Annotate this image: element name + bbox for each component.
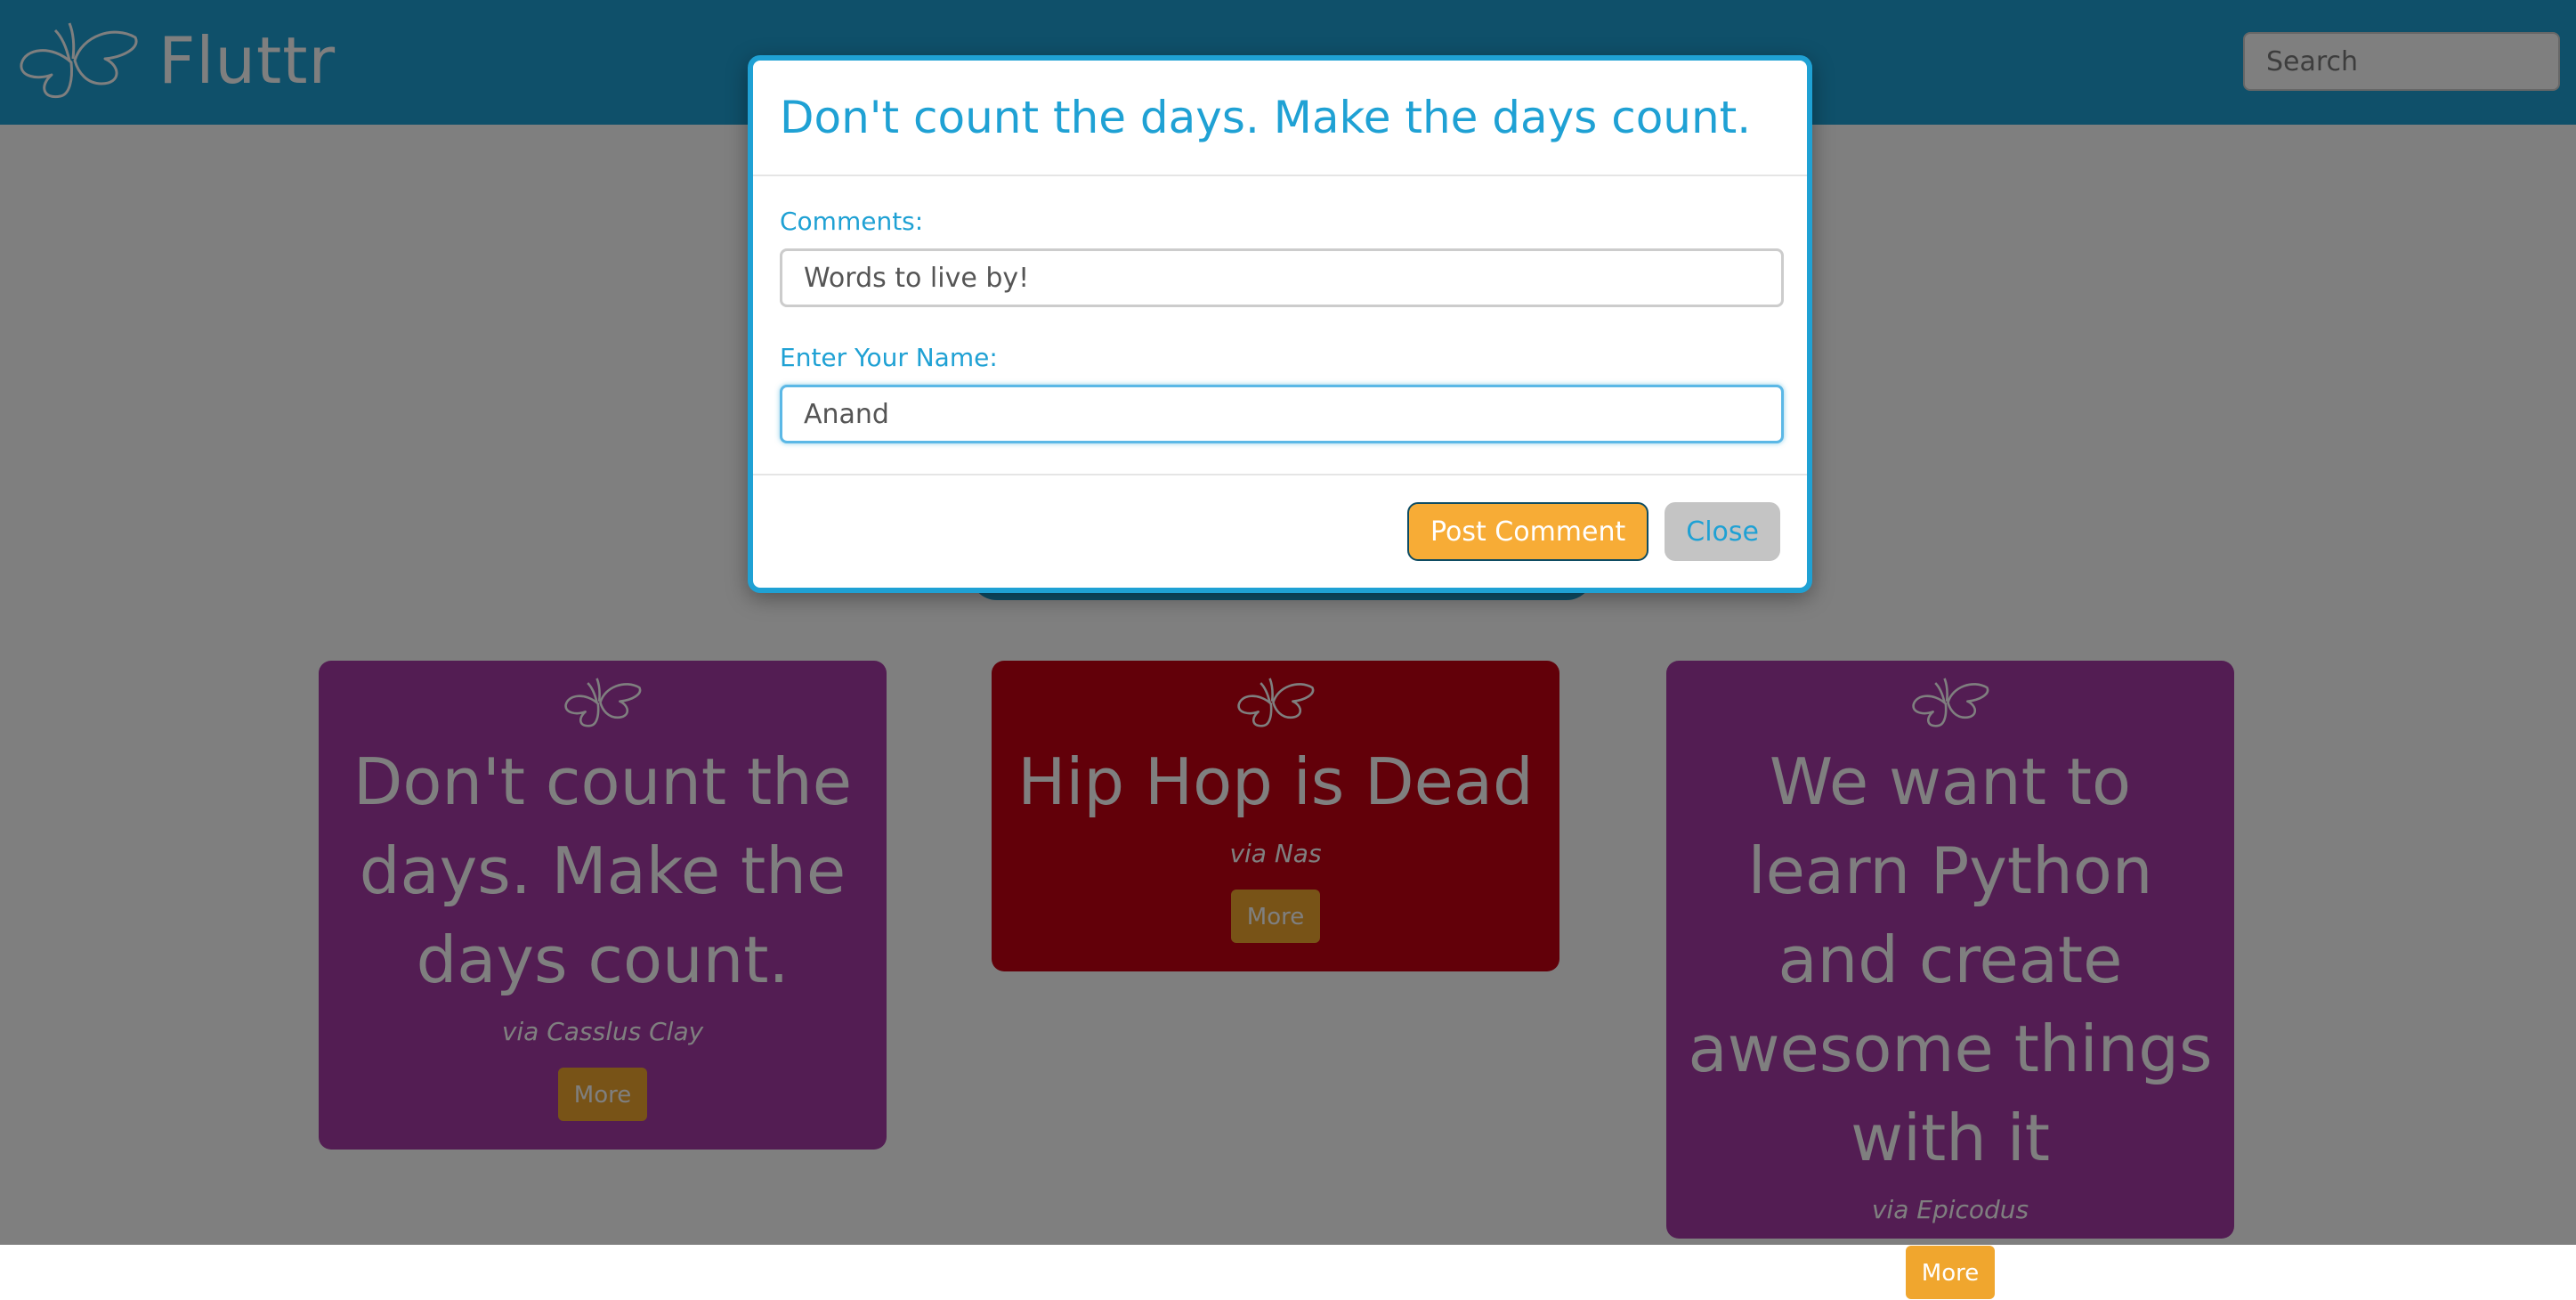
more-button[interactable]: More [1906, 1246, 1995, 1299]
modal-body: Comments: Enter Your Name: [753, 176, 1807, 475]
modal-footer: Post Comment Close [753, 475, 1807, 588]
close-button[interactable]: Close [1665, 502, 1780, 561]
comments-label: Comments: [780, 207, 924, 236]
comment-modal: Don't count the days. Make the days coun… [748, 55, 1812, 593]
name-label: Enter Your Name: [780, 343, 998, 372]
post-comment-button[interactable]: Post Comment [1406, 502, 1649, 561]
name-input[interactable] [780, 385, 1784, 443]
comments-input[interactable] [780, 248, 1784, 307]
modal-header: Don't count the days. Make the days coun… [753, 61, 1807, 176]
modal-title: Don't count the days. Make the days coun… [780, 92, 1752, 143]
